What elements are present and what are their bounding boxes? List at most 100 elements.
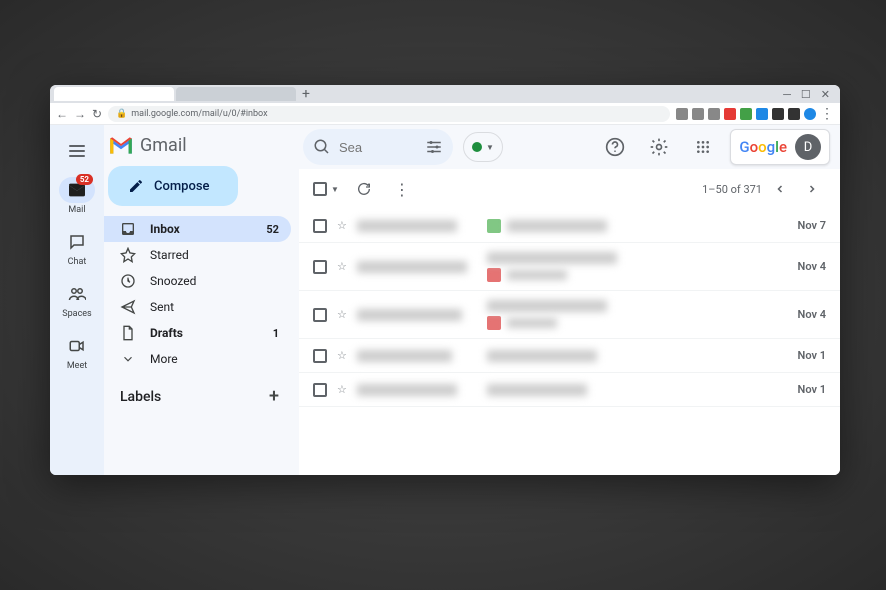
sender-text bbox=[357, 384, 457, 396]
mail-row[interactable]: ☆ Nov 7 bbox=[299, 209, 840, 243]
star-icon[interactable]: ☆ bbox=[337, 349, 347, 362]
status-pill[interactable]: ▼ bbox=[463, 132, 503, 162]
url-text: mail.google.com/mail/u/0/#inbox bbox=[131, 109, 267, 119]
chip-icon bbox=[487, 268, 501, 282]
mail-date: Nov 1 bbox=[782, 349, 826, 362]
search-options-icon[interactable] bbox=[425, 138, 443, 156]
star-icon[interactable]: ☆ bbox=[337, 308, 347, 321]
new-tab-button[interactable]: + bbox=[298, 86, 314, 102]
star-icon[interactable]: ☆ bbox=[337, 383, 347, 396]
prev-page-button[interactable] bbox=[766, 175, 794, 203]
checkbox-icon bbox=[313, 182, 327, 196]
subject-text bbox=[487, 384, 587, 396]
maximize-button[interactable]: ☐ bbox=[801, 88, 811, 101]
forward-button[interactable]: → bbox=[74, 107, 86, 121]
browser-tab[interactable] bbox=[54, 87, 174, 101]
refresh-icon bbox=[356, 181, 372, 197]
chat-icon bbox=[68, 233, 86, 251]
back-button[interactable]: ← bbox=[56, 107, 68, 121]
search-box[interactable] bbox=[303, 129, 453, 165]
google-account-badge[interactable]: Google D bbox=[730, 129, 830, 165]
row-checkbox[interactable] bbox=[313, 260, 327, 274]
browser-addressbar: ← → ↻ 🔒 mail.google.com/mail/u/0/#inbox … bbox=[50, 103, 840, 125]
inbox-icon bbox=[120, 221, 136, 237]
app-rail: 52 Mail Chat Spaces Meet bbox=[50, 125, 104, 475]
nav-snoozed[interactable]: Snoozed bbox=[104, 268, 291, 294]
sender-text bbox=[357, 309, 462, 321]
sender-text bbox=[357, 220, 457, 232]
lock-icon: 🔒 bbox=[116, 109, 127, 119]
reload-button[interactable]: ↻ bbox=[92, 107, 102, 121]
gmail-logo[interactable]: Gmail bbox=[104, 131, 291, 166]
extension-icon[interactable] bbox=[740, 108, 752, 120]
star-icon[interactable]: ☆ bbox=[337, 260, 347, 273]
google-logo-text: Google bbox=[739, 138, 787, 156]
main-menu-button[interactable] bbox=[59, 133, 95, 169]
select-all[interactable]: ▼ bbox=[313, 182, 343, 196]
browser-tab[interactable] bbox=[176, 87, 296, 101]
gmail-m-icon bbox=[108, 136, 134, 156]
more-button[interactable]: ⋮ bbox=[385, 172, 419, 206]
nav-sent[interactable]: Sent bbox=[104, 294, 291, 320]
sender-text bbox=[357, 261, 467, 273]
browser-menu-icon[interactable]: ⋮ bbox=[820, 106, 834, 122]
extension-icon[interactable] bbox=[676, 108, 688, 120]
extension-icon[interactable] bbox=[788, 108, 800, 120]
row-checkbox[interactable] bbox=[313, 383, 327, 397]
row-checkbox[interactable] bbox=[313, 219, 327, 233]
search-input[interactable] bbox=[339, 140, 399, 155]
send-icon bbox=[120, 299, 136, 315]
nav-label: More bbox=[150, 352, 178, 366]
mail-row[interactable]: ☆ Nov 4 bbox=[299, 291, 840, 339]
rail-meet[interactable]: Meet bbox=[53, 327, 101, 377]
extension-icon[interactable] bbox=[708, 108, 720, 120]
support-button[interactable] bbox=[598, 130, 632, 164]
row-checkbox[interactable] bbox=[313, 308, 327, 322]
mail-date: Nov 1 bbox=[782, 383, 826, 396]
hamburger-icon bbox=[69, 145, 85, 157]
close-button[interactable]: ✕ bbox=[821, 88, 830, 101]
settings-button[interactable] bbox=[642, 130, 676, 164]
extension-icon[interactable] bbox=[756, 108, 768, 120]
mail-date: Nov 4 bbox=[782, 308, 826, 321]
row-checkbox[interactable] bbox=[313, 349, 327, 363]
rail-mail[interactable]: 52 Mail bbox=[53, 171, 101, 221]
chevron-down-icon: ▼ bbox=[327, 185, 343, 194]
nav-inbox[interactable]: Inbox 52 bbox=[104, 216, 291, 242]
mail-date: Nov 4 bbox=[782, 260, 826, 273]
add-label-button[interactable]: + bbox=[269, 386, 279, 407]
url-input[interactable]: 🔒 mail.google.com/mail/u/0/#inbox bbox=[108, 106, 670, 122]
rail-spaces[interactable]: Spaces bbox=[53, 275, 101, 325]
extension-icon[interactable] bbox=[772, 108, 784, 120]
rail-label: Chat bbox=[68, 257, 87, 267]
labels-title: Labels bbox=[120, 389, 161, 405]
profile-icon[interactable] bbox=[804, 108, 816, 120]
nav-starred[interactable]: Starred bbox=[104, 242, 291, 268]
compose-button[interactable]: Compose bbox=[108, 166, 238, 206]
nav-label: Snoozed bbox=[150, 274, 196, 288]
apps-button[interactable] bbox=[686, 130, 720, 164]
mail-row[interactable]: ☆ Nov 1 bbox=[299, 373, 840, 407]
sender-text bbox=[357, 350, 452, 362]
rail-chat[interactable]: Chat bbox=[53, 223, 101, 273]
mail-row[interactable]: ☆ Nov 4 bbox=[299, 243, 840, 291]
minimize-button[interactable]: ─ bbox=[783, 88, 791, 101]
refresh-button[interactable] bbox=[347, 172, 381, 206]
rail-label: Meet bbox=[67, 361, 87, 371]
browser-window: + ─ ☐ ✕ ← → ↻ 🔒 mail.google.com/mail/u/0… bbox=[50, 85, 840, 475]
subject-text bbox=[487, 300, 607, 312]
nav-drafts[interactable]: Drafts 1 bbox=[104, 320, 291, 346]
avatar[interactable]: D bbox=[795, 134, 821, 160]
mail-row[interactable]: ☆ Nov 1 bbox=[299, 339, 840, 373]
subject-text bbox=[487, 252, 617, 264]
star-icon[interactable]: ☆ bbox=[337, 219, 347, 232]
nav-more[interactable]: More bbox=[104, 346, 291, 372]
file-icon bbox=[120, 325, 136, 341]
next-page-button[interactable] bbox=[798, 175, 826, 203]
rail-label: Spaces bbox=[62, 309, 91, 319]
chevron-down-icon bbox=[120, 351, 136, 367]
attachment-text bbox=[507, 270, 567, 280]
chevron-down-icon: ▼ bbox=[486, 143, 494, 152]
extension-icon[interactable] bbox=[724, 108, 736, 120]
extension-icon[interactable] bbox=[692, 108, 704, 120]
